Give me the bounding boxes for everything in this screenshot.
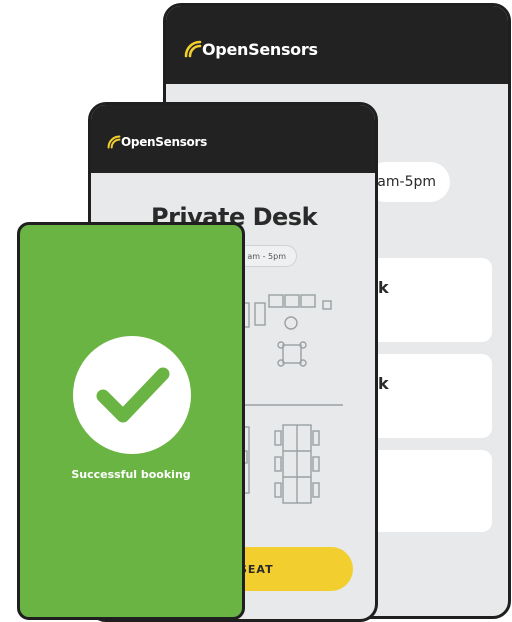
success-message: Successful booking: [71, 468, 191, 481]
desk-option-card[interactable]: [366, 450, 492, 532]
desk-option-card[interactable]: k: [366, 258, 492, 342]
success-phone-screen: Successful booking: [17, 222, 245, 620]
success-badge: [73, 336, 191, 454]
opensensors-logo: OpenSensors: [184, 40, 318, 59]
back-phone-header: OpenSensors: [166, 6, 508, 84]
time-range-text: am-5pm: [377, 174, 436, 190]
desk-option-card[interactable]: k: [366, 354, 492, 438]
brand-name: OpenSensors: [202, 39, 318, 59]
app-showcase: OpenSensors am-5pm k k OpenSensors Priva…: [0, 0, 512, 622]
desk-option-label: k: [378, 278, 389, 297]
checkmark-icon: [96, 367, 170, 423]
time-range-pill[interactable]: am-5pm: [366, 162, 450, 202]
wifi-signal-icon: [184, 40, 202, 58]
desk-option-label: k: [378, 374, 389, 393]
